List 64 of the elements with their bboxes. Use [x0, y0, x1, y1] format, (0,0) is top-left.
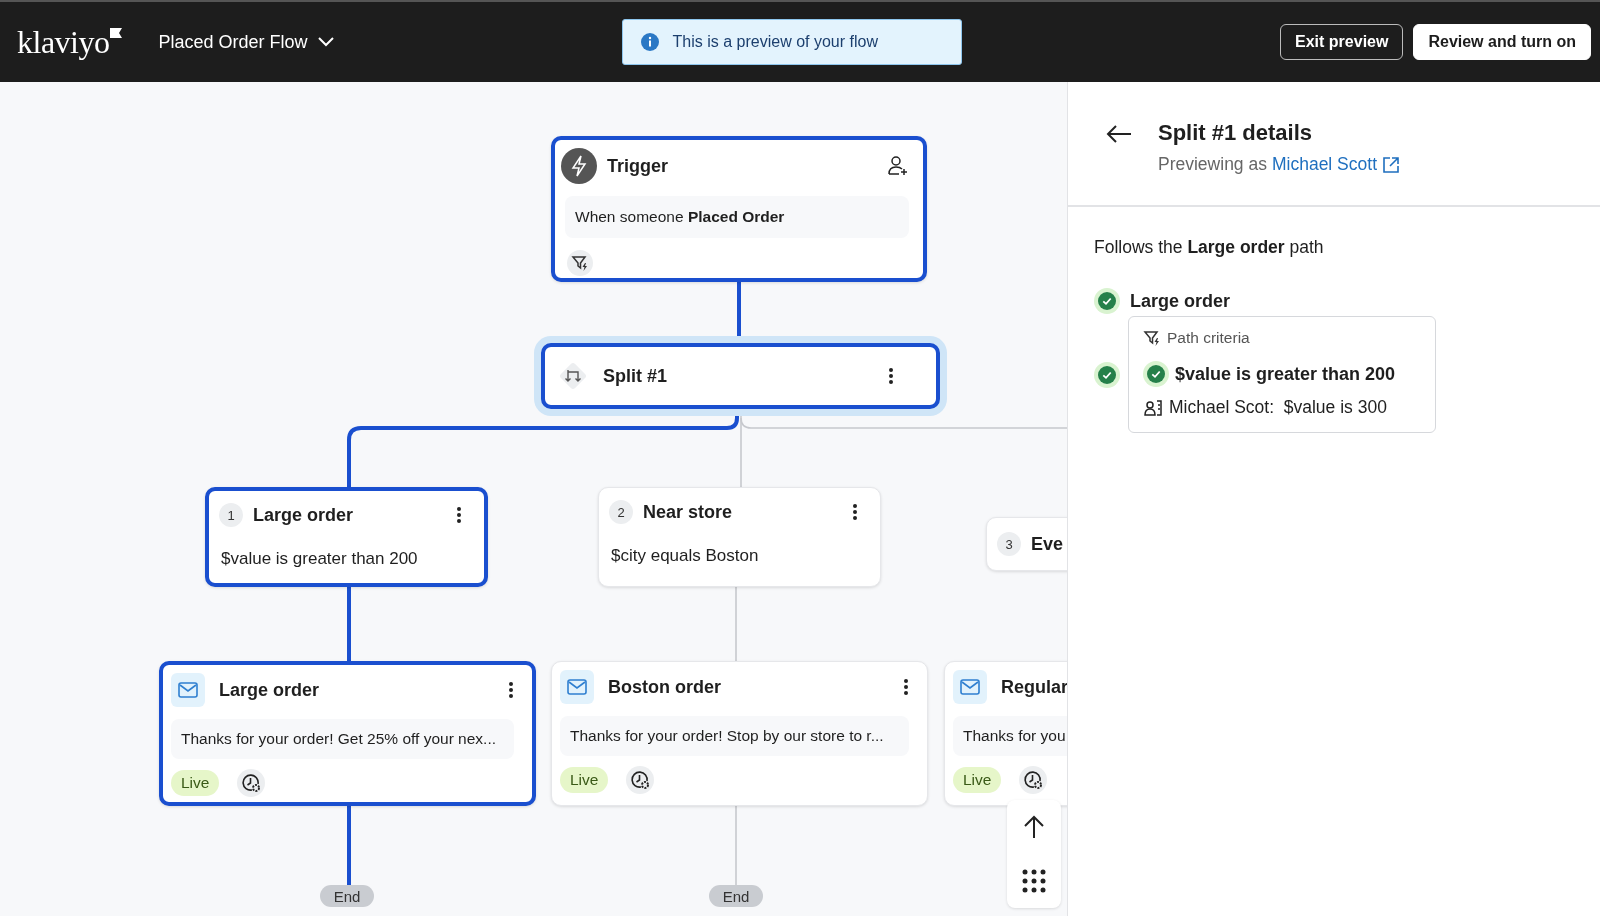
lightning-icon	[561, 148, 597, 184]
clock-settings-icon[interactable]	[237, 769, 266, 797]
email-title: Regular	[1001, 676, 1067, 698]
criteria-heading: Path criteria	[1167, 329, 1250, 347]
node-title: Split #1	[603, 365, 669, 387]
previewing-label: Previewing as	[1158, 154, 1267, 175]
email-preview: Thanks for you	[953, 716, 1067, 756]
panel-title: Split #1 details	[1158, 120, 1314, 146]
banner-text: This is a preview of your flow	[672, 33, 878, 51]
path-card[interactable]: 3 Eve	[986, 517, 1067, 571]
grid-icon[interactable]	[1022, 869, 1046, 893]
logo[interactable]: klaviyo	[17, 23, 123, 61]
flow-selector[interactable]: Placed Order Flow	[158, 31, 334, 53]
info-icon	[640, 33, 659, 51]
review-button[interactable]: Review and turn on	[1413, 24, 1591, 60]
criteria-condition: $value is greater than 200	[1175, 363, 1396, 385]
path-number: 2	[609, 500, 633, 524]
end-badge: End	[320, 885, 374, 907]
more-icon[interactable]	[508, 681, 514, 699]
trigger-card[interactable]: Trigger When someone Placed Order	[551, 136, 927, 282]
more-icon[interactable]	[888, 367, 894, 385]
path-title: Near store	[643, 501, 734, 523]
path-card[interactable]: 1 Large order $value is greater than 200	[205, 487, 488, 587]
trigger-description: When someone Placed Order	[565, 196, 909, 238]
mail-icon	[953, 670, 987, 704]
clock-settings-icon[interactable]	[626, 766, 655, 794]
filter-icon	[571, 254, 589, 272]
chevron-down-icon[interactable]	[317, 37, 334, 47]
path-card[interactable]: 2 Near store $city equals Boston	[598, 487, 881, 587]
path-name: Large order	[1130, 290, 1231, 312]
email-card[interactable]: Boston order Thanks for your order! Stop by our store to r... Live	[551, 661, 928, 806]
email-card[interactable]: Large order Thanks for your order! Get 25% off your nex... Live	[159, 661, 536, 806]
path-number: 1	[219, 503, 243, 527]
email-title: Boston order	[608, 676, 722, 698]
path-number: 3	[997, 532, 1021, 556]
mail-icon	[171, 673, 205, 707]
path-criteria: $city equals Boston	[611, 546, 760, 566]
end-badge: End	[709, 885, 763, 907]
email-preview: Thanks for your order! Get 25% off your nex...	[171, 719, 514, 759]
add-person-icon[interactable]	[887, 156, 909, 176]
more-icon[interactable]	[456, 506, 462, 524]
status-badge: Live	[953, 767, 1002, 793]
clock-settings-icon[interactable]	[1019, 766, 1048, 794]
path-summary: Follows the Large order path	[1094, 237, 1325, 258]
path-title: Eve	[1031, 533, 1065, 555]
more-icon[interactable]	[903, 678, 909, 696]
profile-card-icon	[1143, 398, 1163, 417]
external-link-icon[interactable]	[1382, 155, 1400, 174]
more-icon[interactable]	[852, 503, 858, 521]
filter-icon	[1143, 329, 1161, 347]
email-title: Large order	[219, 679, 321, 701]
profile-link[interactable]: Michael Scott	[1271, 154, 1377, 175]
status-badge: Live	[171, 770, 220, 796]
up-arrow-icon[interactable]	[1023, 815, 1045, 839]
node-title: Trigger	[607, 155, 669, 177]
back-arrow-icon[interactable]	[1106, 124, 1132, 144]
email-card[interactable]: Regular Thanks for you Live	[944, 661, 1067, 806]
email-preview: Thanks for your order! Stop by our store to r...	[560, 716, 909, 756]
profile-value: Michael Scot: $value is 300	[1169, 397, 1387, 418]
mail-icon	[560, 670, 594, 704]
path-title: Large order	[253, 504, 355, 526]
exit-button[interactable]: Exit preview	[1280, 24, 1404, 60]
path-criteria: $value is greater than 200	[221, 549, 419, 569]
status-badge: Live	[560, 767, 609, 793]
